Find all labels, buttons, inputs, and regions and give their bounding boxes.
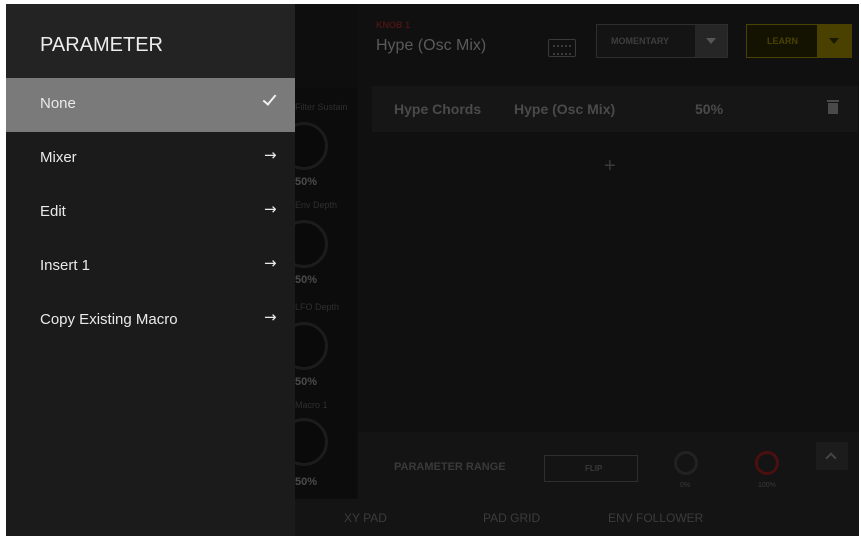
mode-dropdown[interactable]: MOMENTARY [596, 24, 728, 58]
parameter-range-label: PARAMETER RANGE [394, 461, 506, 473]
knob-1-label: Filter Sustain [295, 102, 348, 112]
trash-can [828, 103, 838, 114]
dropdown-arrow-button[interactable] [695, 25, 727, 57]
range-max-knob[interactable] [755, 451, 779, 475]
macro-label: KNOB 1 [376, 20, 411, 30]
collapse-button[interactable] [816, 442, 848, 470]
parameter-menu-header: PARAMETER [6, 4, 295, 78]
triangle-down-icon [829, 38, 839, 44]
menu-item-copy-existing-macro[interactable]: Copy Existing Macro → [6, 294, 295, 348]
flip-button-label: FLIP [585, 464, 603, 473]
knob-2-label: Env Depth [295, 200, 338, 210]
check-icon [264, 95, 277, 104]
menu-item-label: None [40, 95, 76, 112]
menu-item-edit[interactable]: Edit → [6, 186, 295, 240]
triangle-down-icon [706, 38, 716, 44]
menu-item-mixer[interactable]: Mixer → [6, 132, 295, 186]
knob-3-value: 50% [295, 376, 318, 388]
macro-area [358, 4, 859, 499]
assignment-target: Hype Chords [394, 101, 482, 117]
assignment-parameter: Hype (Osc Mix) [514, 101, 616, 117]
chevron-up-icon [825, 452, 837, 464]
mode-dropdown-value: MOMENTARY [611, 36, 669, 46]
knob-4-label: Macro 1 [295, 400, 328, 410]
trash-icon[interactable] [827, 100, 839, 114]
tab-env-follower[interactable]: ENV FOLLOWER [608, 511, 703, 525]
assignment-row[interactable]: Hype Chords Hype (Osc Mix) 50% [372, 86, 858, 132]
knob-4-value: 50% [295, 476, 318, 488]
learn-button[interactable]: LEARN [746, 24, 852, 58]
assignment-amount: 50% [695, 101, 724, 117]
learn-button-label: LEARN [767, 36, 798, 46]
tab-pad-grid[interactable]: PAD GRID [483, 511, 540, 525]
macro-name: Hype (Osc Mix) [376, 37, 487, 54]
range-max-value: 100% [758, 482, 776, 489]
menu-item-none[interactable]: None [6, 78, 295, 132]
range-min-value: 0% [680, 482, 691, 489]
knob-1-value: 50% [295, 176, 318, 188]
keyboard-icon[interactable] [548, 39, 576, 57]
arrow-right-icon: → [264, 146, 277, 164]
tab-xy-pad[interactable]: XY PAD [344, 511, 387, 525]
learn-dropdown-arrow[interactable] [817, 25, 851, 57]
flip-button[interactable]: FLIP [544, 455, 638, 482]
trash-lid [827, 100, 839, 102]
parameter-menu-title: PARAMETER [40, 34, 163, 56]
arrow-right-icon: → [264, 200, 277, 218]
menu-item-label: Copy Existing Macro [40, 311, 178, 328]
menu-item-label: Insert 1 [40, 257, 91, 274]
app-window: Filter Sustain 50% Env Depth 50% LFO Dep… [6, 4, 859, 536]
parameter-menu-panel: PARAMETER None Mixer → Edit → Insert 1 →… [6, 4, 295, 536]
range-min-knob[interactable] [674, 451, 698, 475]
menu-item-insert-1[interactable]: Insert 1 → [6, 240, 295, 294]
menu-item-label: Edit [40, 203, 66, 220]
menu-item-label: Mixer [40, 149, 77, 166]
arrow-right-icon: → [264, 308, 277, 326]
knob-2-value: 50% [295, 274, 318, 286]
arrow-right-icon: → [264, 254, 277, 272]
knob-3-label: LFO Depth [295, 302, 340, 312]
add-assignment-button[interactable]: + [604, 155, 616, 178]
